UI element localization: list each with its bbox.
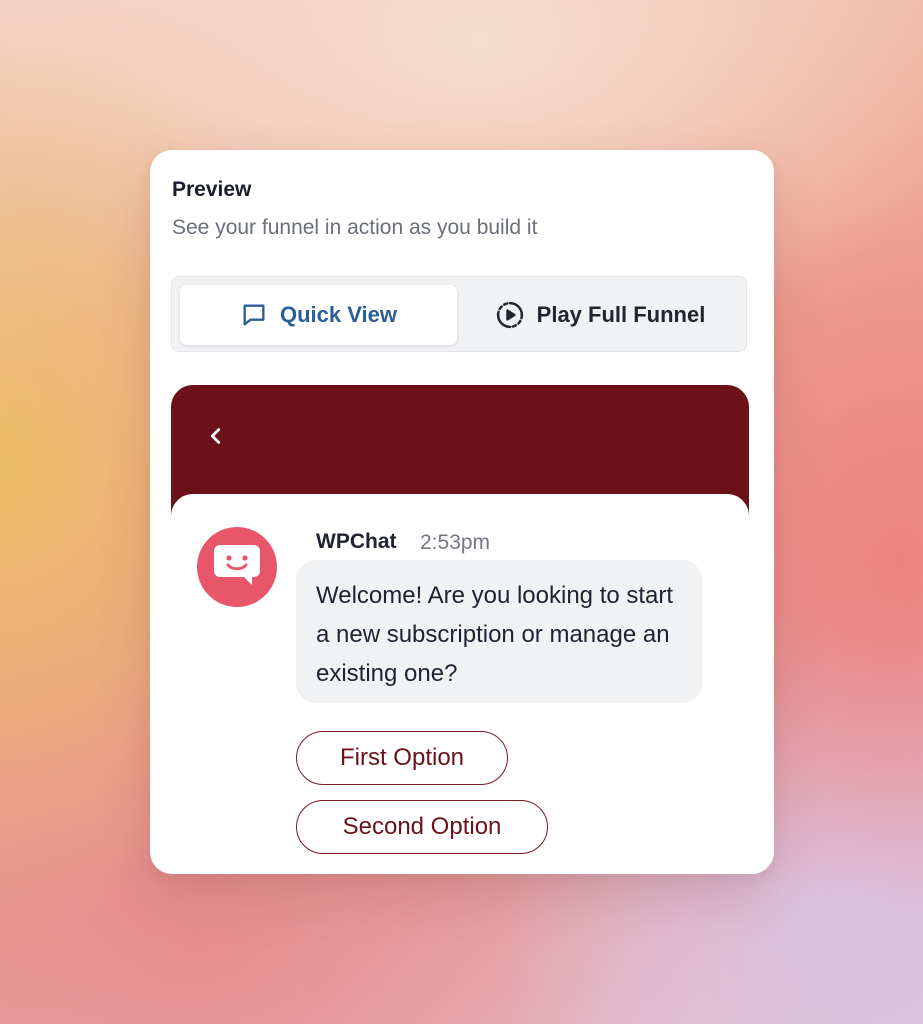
- preview-title: Preview: [172, 178, 252, 201]
- view-mode-toggle: Quick View Play Full Funnel: [171, 276, 747, 352]
- back-button[interactable]: [201, 423, 231, 453]
- preview-subtitle: See your funnel in action as you build i…: [172, 216, 538, 239]
- chat-widget-preview: WPChat 2:53pm Welcome! Are you looking t…: [171, 385, 749, 874]
- tab-quick-view-label: Quick View: [280, 302, 397, 327]
- play-circle-icon: [495, 300, 525, 330]
- chevron-left-icon: [205, 425, 227, 452]
- avatar: [197, 527, 277, 607]
- smile-chat-icon: [212, 543, 262, 592]
- message-bubble: Welcome! Are you looking to start a new …: [296, 560, 702, 703]
- preview-panel: Preview See your funnel in action as you…: [150, 150, 774, 874]
- option-button-second[interactable]: Second Option: [296, 800, 548, 854]
- tab-play-full-funnel-label: Play Full Funnel: [536, 302, 706, 327]
- tab-quick-view[interactable]: Quick View: [180, 285, 457, 345]
- tab-play-full-funnel[interactable]: Play Full Funnel: [461, 285, 739, 345]
- sender-name: WPChat: [316, 530, 397, 553]
- option-button-first[interactable]: First Option: [296, 731, 508, 785]
- message-timestamp: 2:53pm: [420, 531, 491, 554]
- chat-body: WPChat 2:53pm Welcome! Are you looking t…: [171, 494, 749, 874]
- chat-bubble-icon: [240, 301, 268, 329]
